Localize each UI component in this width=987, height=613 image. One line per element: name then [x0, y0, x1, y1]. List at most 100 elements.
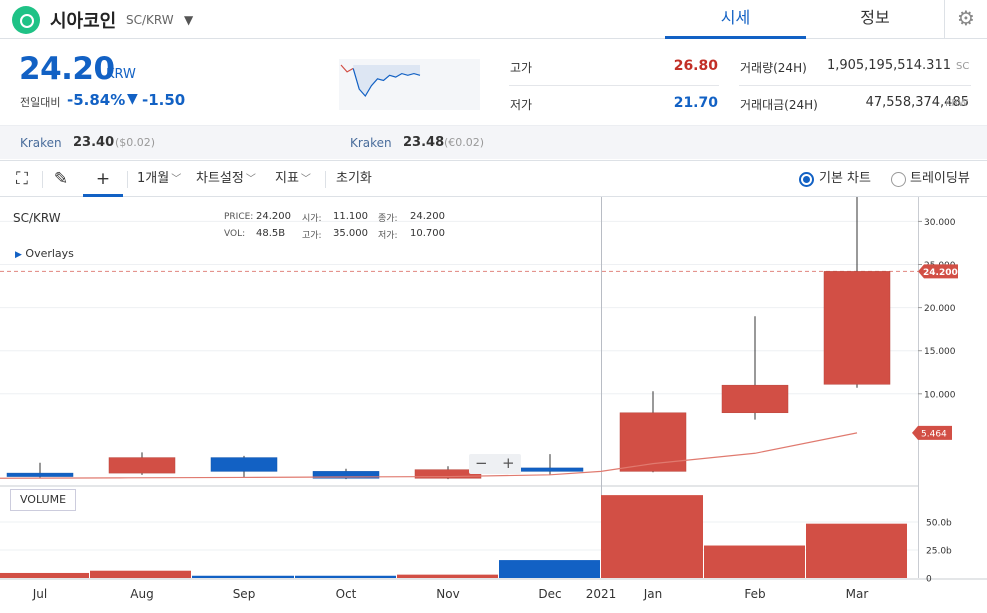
ohlc-open-label: 시가: — [302, 214, 322, 224]
pencil-draw-icon[interactable]: ✎ — [47, 161, 75, 197]
high-label: 고가 — [510, 61, 533, 75]
volume-axis-tick-label: 0 — [926, 575, 932, 585]
time-axis-tick-label: Jan — [643, 587, 663, 601]
chart-settings-label: 차트설정 — [196, 171, 244, 186]
low-label: 저가 — [510, 98, 533, 112]
period-dropdown[interactable]: 1개월 ﹀ — [137, 161, 181, 197]
overlays-label: Overlays — [25, 247, 74, 260]
candlestick-chart[interactable]: 35.00030.00025.00020.00015.00010.00050.0… — [0, 197, 987, 613]
chevron-down-icon: ﹀ — [245, 174, 256, 185]
mini-trend-chart — [339, 59, 480, 110]
candle-body[interactable] — [721, 384, 789, 414]
tab-price[interactable]: 시세 — [665, 0, 806, 39]
volume-bar[interactable] — [0, 572, 89, 578]
toolbar-divider — [127, 171, 128, 188]
coin-pair: SC/KRW — [126, 13, 174, 27]
time-axis-tick-label: Oct — [336, 587, 357, 601]
exchange-name[interactable]: Kraken — [350, 136, 392, 150]
volume-bar[interactable] — [90, 570, 191, 578]
candle-body[interactable] — [108, 457, 176, 474]
volume-bar[interactable] — [192, 575, 294, 578]
app-header: 시아코인 SC/KRW ▼ 시세 정보 ⚙ — [0, 0, 987, 39]
volume-bar[interactable] — [397, 574, 498, 578]
zoom-out-button[interactable]: − — [475, 454, 488, 473]
ohlc-high-label: 고가: — [302, 231, 322, 241]
ohlc-high-value: 35.000 — [333, 228, 368, 239]
price-chart-area[interactable]: 35.00030.00025.00020.00015.00010.00050.0… — [0, 197, 987, 613]
current-price-tag-label: 24.200 — [923, 268, 958, 278]
prev-day-label: 전일대비 — [20, 96, 61, 109]
current-price: 24.20 — [19, 51, 115, 87]
time-axis-tick-label: Sep — [233, 587, 256, 601]
radio-basic-chart[interactable] — [799, 172, 814, 187]
price-axis-tick-label: 15.000 — [924, 347, 956, 357]
stat-divider — [739, 85, 971, 86]
time-axis-tick-label: 2021 — [586, 587, 617, 601]
down-arrow-icon: ▼ — [127, 91, 138, 107]
ohlc-low-label: 저가: — [378, 231, 398, 241]
ohlc-vol-label: VOL: — [224, 229, 246, 239]
candle-body[interactable] — [6, 472, 74, 477]
crosshair-plus-icon[interactable]: + — [83, 161, 123, 197]
tradingview-label[interactable]: 트레이딩뷰 — [910, 161, 970, 197]
zoom-control: − + — [469, 454, 521, 474]
time-axis-tick-label: Aug — [130, 587, 153, 601]
volume-bar[interactable] — [704, 545, 805, 578]
time-axis-tick-label: Feb — [744, 587, 765, 601]
time-axis-tick-label: Nov — [436, 587, 459, 601]
ohlc-low-value: 10.700 — [410, 228, 445, 239]
volume-bar[interactable] — [499, 560, 600, 578]
toolbar-divider — [325, 171, 326, 188]
volume-bar[interactable] — [601, 495, 703, 578]
overlays-toggle[interactable]: ▶ Overlays — [15, 247, 74, 260]
settings-gear-icon[interactable]: ⚙ — [944, 0, 987, 39]
reset-button[interactable]: 초기화 — [336, 161, 372, 197]
ohlc-price-label: PRICE: — [224, 212, 254, 222]
volume-bar[interactable] — [806, 523, 907, 578]
chart-pair-label: SC/KRW — [13, 211, 61, 225]
fullscreen-icon[interactable]: ⛶ — [8, 161, 36, 197]
coin-name: 시아코인 — [50, 11, 117, 32]
ohlc-close-value: 24.200 — [410, 211, 445, 222]
chevron-down-icon: ﹀ — [171, 174, 182, 185]
price-axis-tick-label: 10.000 — [924, 390, 956, 400]
candle-body[interactable] — [210, 457, 278, 472]
siacoin-logo-icon — [12, 6, 40, 34]
indicators-label: 지표 — [275, 171, 299, 186]
zoom-in-button[interactable]: + — [502, 454, 515, 473]
time-axis-tick-label: Jul — [32, 587, 47, 601]
exchange-sub-price: ($0.02) — [115, 136, 156, 149]
tab-info[interactable]: 정보 — [806, 0, 944, 39]
high-value: 26.80 — [673, 58, 718, 74]
toolbar-divider — [42, 171, 43, 188]
exchange-name[interactable]: Kraken — [20, 136, 62, 150]
low-value: 21.70 — [673, 95, 718, 111]
volume-unit: SC — [956, 61, 970, 72]
coin-select-chevron-down-icon[interactable]: ▼ — [184, 13, 193, 27]
change-rate: -5.84% — [67, 91, 126, 109]
price-axis-tick-label: 30.000 — [924, 218, 956, 228]
amount-unit: KRW — [945, 98, 968, 109]
candle-body[interactable] — [619, 412, 687, 472]
chart-settings-dropdown[interactable]: 차트설정 ﹀ — [196, 161, 256, 197]
stat-divider — [509, 85, 719, 86]
exchange-sub-price: (€0.02) — [444, 136, 485, 149]
ohlc-price-value: 24.200 — [256, 211, 291, 222]
volume-bar[interactable] — [295, 575, 396, 578]
time-axis-tick-label: Dec — [538, 587, 561, 601]
basic-chart-label[interactable]: 기본 차트 — [819, 161, 871, 197]
ohlc-vol-value: 48.5B — [256, 228, 286, 239]
candle-body[interactable] — [823, 271, 891, 385]
candle-body[interactable] — [516, 467, 584, 472]
volume-axis-tick-label: 25.0b — [926, 547, 952, 557]
exchange-price: 23.40 — [73, 135, 115, 150]
radio-tradingview[interactable] — [891, 172, 906, 187]
volume-panel-label: VOLUME — [10, 489, 76, 511]
chevron-down-icon: ﹀ — [300, 174, 311, 185]
indicators-dropdown[interactable]: 지표 ﹀ — [275, 161, 311, 197]
exchange-price: 23.48 — [403, 135, 445, 150]
triangle-right-icon: ▶ — [15, 250, 22, 260]
volume-value: 1,905,195,514.311 — [826, 58, 951, 73]
price-axis-tick-label: 20.000 — [924, 304, 956, 314]
volume-axis-tick-label: 50.0b — [926, 519, 952, 529]
